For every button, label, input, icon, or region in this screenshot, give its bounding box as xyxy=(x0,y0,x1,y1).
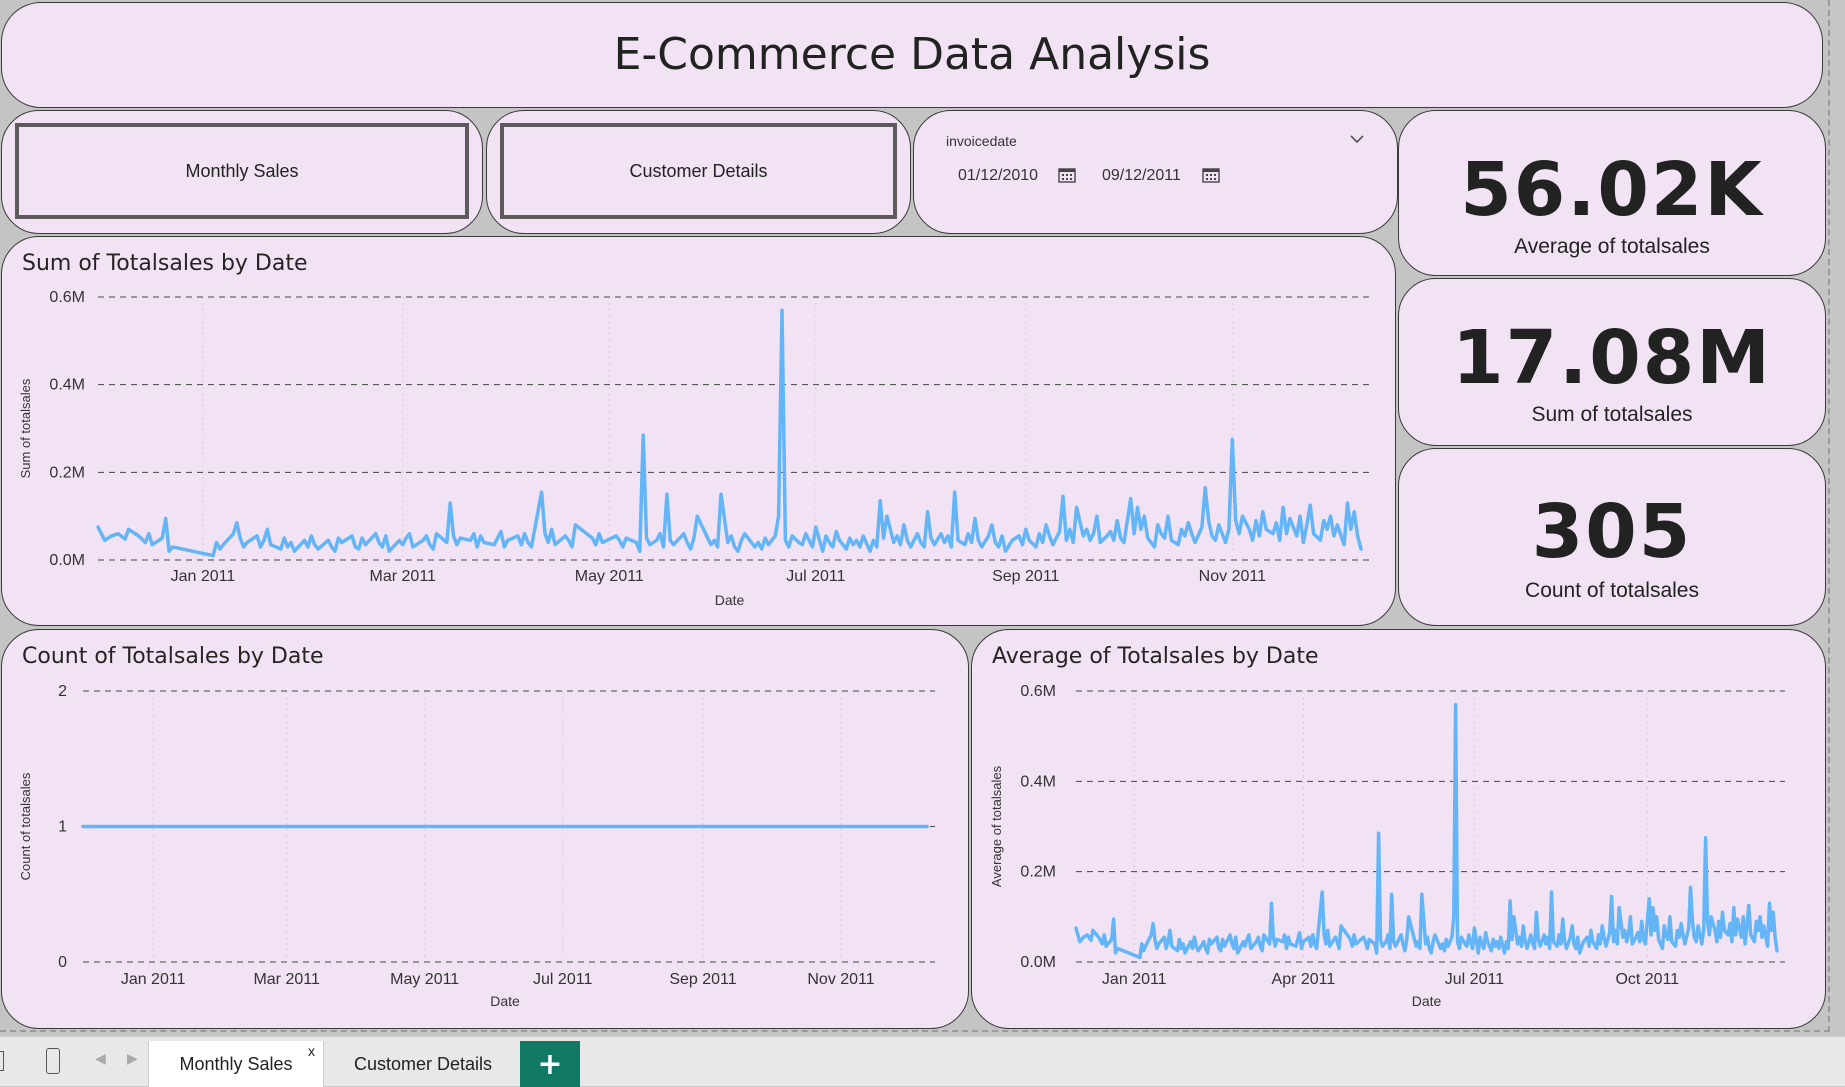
series-line xyxy=(1074,702,1779,960)
mobile-layout-icon[interactable] xyxy=(46,1048,60,1074)
slicer-label: invoicedate xyxy=(946,133,1017,149)
chevron-down-icon[interactable] xyxy=(1349,129,1365,148)
customer-details-button[interactable]: Customer Details xyxy=(500,123,897,219)
y-tick-label: 0.4M xyxy=(49,377,85,394)
x-tick-label: Jul 2011 xyxy=(786,568,845,585)
close-tab-icon[interactable]: x xyxy=(308,1043,315,1059)
tab-label: Customer Details xyxy=(353,1053,493,1074)
x-tick-label: May 2011 xyxy=(390,971,459,988)
y-axis-label: Count of totalsales xyxy=(18,772,33,880)
x-tick-label: May 2011 xyxy=(575,568,644,585)
kpi-card-count: 305 Count of totalsales xyxy=(1398,448,1826,626)
average-by-date-plot: Jan 2011 Apr 2011 Jul 2011 Oct 2011 0.0M 0.2M… xyxy=(989,683,1785,1009)
kpi-card-sum: 17.08M Sum of totalsales xyxy=(1398,278,1826,446)
kpi-label: Count of totalsales xyxy=(1525,579,1699,602)
tab-label: Monthly Sales xyxy=(179,1053,293,1074)
app-canvas: E-Commerce Data Analysis Monthly Sales C… xyxy=(0,0,1845,1087)
x-axis-label: Date xyxy=(490,993,520,1009)
y-tick-label: 0.0M xyxy=(1020,954,1056,971)
x-tick-label: Apr 2011 xyxy=(1272,971,1336,988)
nav-card-customer-details: Customer Details xyxy=(486,110,911,234)
desktop-layout-icon[interactable] xyxy=(0,1051,4,1071)
x-tick-label: Jul 2011 xyxy=(533,971,592,988)
x-tick-label: Oct 2011 xyxy=(1615,971,1679,988)
slicer-start-date[interactable]: 01/12/2010 xyxy=(958,167,1038,185)
y-tick-label: 0.6M xyxy=(1020,683,1056,700)
sum-by-date-chart: Sum of Totalsales by Date Jan 2011 Mar 20… xyxy=(1,236,1396,626)
monthly-sales-button[interactable]: Monthly Sales xyxy=(15,123,469,219)
calendar-icon[interactable] xyxy=(1202,167,1220,183)
y-tick-label: 0.2M xyxy=(49,464,85,481)
add-page-button[interactable]: + xyxy=(520,1041,580,1087)
kpi-label: Sum of totalsales xyxy=(1531,403,1693,426)
y-tick-label: 1 xyxy=(58,819,67,836)
x-axis-label: Date xyxy=(1412,993,1442,1009)
report-page: E-Commerce Data Analysis Monthly Sales C… xyxy=(0,0,1830,1032)
slicer-end-date[interactable]: 09/12/2011 xyxy=(1102,167,1181,185)
series-line xyxy=(96,308,1363,558)
y-axis-label: Average of totalsales xyxy=(989,765,1004,887)
calendar-icon[interactable] xyxy=(1058,167,1076,183)
x-tick-label: Nov 2011 xyxy=(1199,568,1266,585)
y-axis-label: Sum of totalsales xyxy=(18,378,33,478)
title-card: E-Commerce Data Analysis xyxy=(1,2,1823,108)
scroll-right-icon[interactable]: ▶ xyxy=(127,1051,138,1067)
x-tick-label: Mar 2011 xyxy=(370,568,437,585)
date-slicer: invoicedate 01/12/2010 09/12/2011 xyxy=(913,110,1398,234)
kpi-value: 305 xyxy=(1531,489,1693,575)
page-title: E-Commerce Data Analysis xyxy=(613,29,1211,80)
x-tick-label: Jul 2011 xyxy=(1445,971,1504,988)
x-tick-label: Sep 2011 xyxy=(992,568,1059,585)
y-tick-label: 0.4M xyxy=(1020,773,1056,790)
x-tick-label: Jan 2011 xyxy=(1102,971,1167,988)
page-tab-bar: ◀ ▶ Monthly Sales x Customer Details + xyxy=(0,1036,1845,1087)
y-tick-label: 0.0M xyxy=(49,552,85,569)
x-tick-label: Jan 2011 xyxy=(121,971,186,988)
count-by-date-chart: Count of Totalsales by Date Jan 2011 Mar … xyxy=(1,629,969,1029)
y-tick-label: 0.6M xyxy=(49,289,85,306)
nav-card-monthly-sales: Monthly Sales xyxy=(1,110,483,234)
tab-customer-details[interactable]: Customer Details xyxy=(326,1041,520,1087)
kpi-card-average: 56.02K Average of totalsales xyxy=(1398,110,1826,276)
kpi-value: 56.02K xyxy=(1460,147,1764,233)
y-tick-label: 2 xyxy=(58,683,67,700)
sum-by-date-plot: Jan 2011 Mar 2011 May 2011 Jul 2011 Sep 2011… xyxy=(18,289,1369,608)
x-tick-label: Jan 2011 xyxy=(171,568,236,585)
y-tick-label: 0 xyxy=(58,954,67,971)
x-tick-label: Mar 2011 xyxy=(253,971,320,988)
scroll-left-icon[interactable]: ◀ xyxy=(95,1051,106,1067)
average-by-date-chart: Average of Totalsales by Date Jan 2011 Ap… xyxy=(971,629,1826,1029)
x-tick-label: Nov 2011 xyxy=(807,971,874,988)
x-tick-label: Sep 2011 xyxy=(669,971,736,988)
tab-monthly-sales[interactable]: Monthly Sales xyxy=(148,1041,324,1087)
count-by-date-plot: Jan 2011 Mar 2011 May 2011 Jul 2011 Sep 2011… xyxy=(18,683,935,1009)
kpi-value: 17.08M xyxy=(1452,315,1772,401)
y-tick-label: 0.2M xyxy=(1020,864,1056,881)
x-axis-label: Date xyxy=(715,592,745,608)
kpi-label: Average of totalsales xyxy=(1514,235,1710,258)
